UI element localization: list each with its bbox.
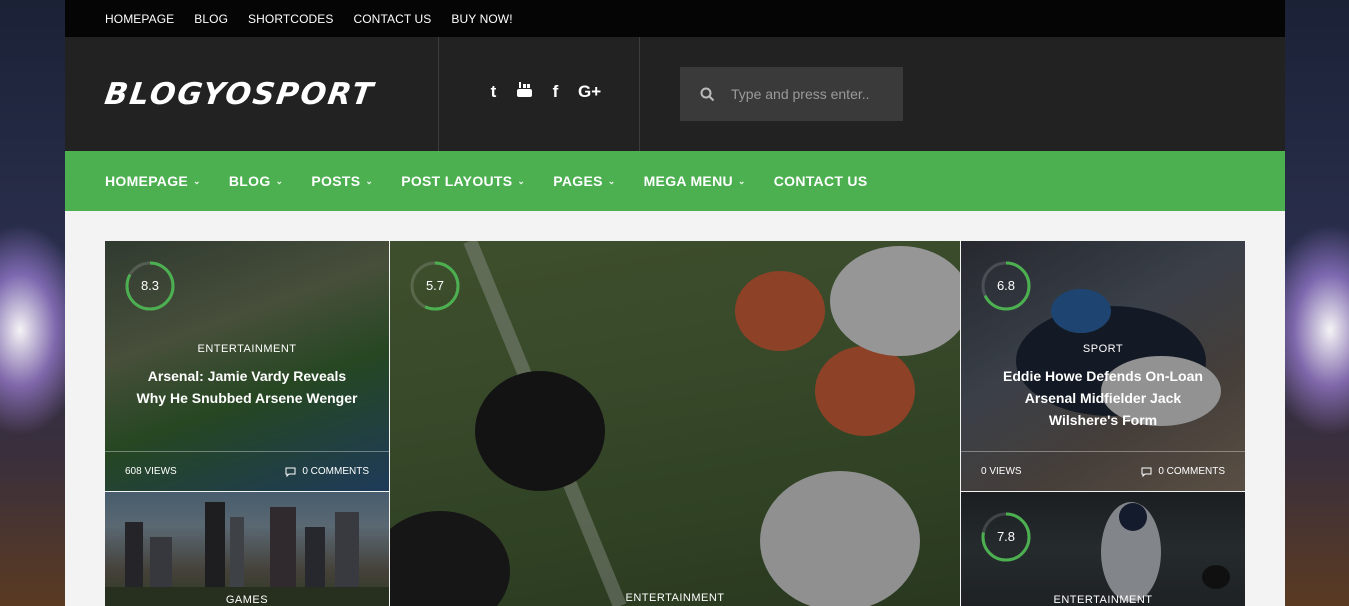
- chevron-down-icon: ⌄: [607, 175, 616, 186]
- nav-item-blog[interactable]: BLOG ⌄: [229, 173, 284, 189]
- tile-overlay: [390, 241, 960, 606]
- comment-icon: [1141, 467, 1152, 477]
- social-links: t f G+: [485, 81, 601, 103]
- chevron-down-icon: ⌄: [517, 175, 526, 186]
- post-title[interactable]: Arsenal: Jamie Vardy Reveals Why He Snub…: [135, 365, 359, 409]
- post-category[interactable]: ENTERTAINMENT: [105, 343, 389, 355]
- main-menu: HOMEPAGE ⌄ BLOG ⌄ POSTS ⌄ POST LAYOUTS ⌄ PAG…: [65, 151, 1285, 211]
- nav-item-posts[interactable]: POSTS ⌄: [311, 173, 373, 189]
- comment-icon: [285, 467, 296, 477]
- nav-item-label: POST LAYOUTS: [401, 173, 513, 189]
- post-tile-4[interactable]: GAMES: [105, 492, 389, 606]
- search-input[interactable]: [729, 85, 893, 103]
- review-score-value: 6.8: [996, 278, 1016, 293]
- header-divider: [639, 37, 640, 151]
- post-tile-2[interactable]: 5.7 ENTERTAINMENT: [390, 241, 960, 606]
- search-icon[interactable]: [700, 87, 715, 102]
- post-tile-1[interactable]: 8.3 ENTERTAINMENT Arsenal: Jamie Vardy R…: [105, 241, 389, 491]
- post-comments[interactable]: 0 COMMENTS: [285, 466, 369, 477]
- google-plus-icon[interactable]: G+: [578, 82, 601, 102]
- post-category[interactable]: SPORT: [961, 343, 1245, 355]
- nav-item-post-layouts[interactable]: POST LAYOUTS ⌄: [401, 173, 525, 189]
- post-tile-5[interactable]: 7.8 ENTERTAINMENT: [961, 492, 1245, 606]
- featured-area: 8.3 ENTERTAINMENT Arsenal: Jamie Vardy R…: [65, 211, 1285, 606]
- site-header: BLOGYOSPORT t f G+: [65, 37, 1285, 151]
- main-navigation: HOMEPAGE ⌄ BLOG ⌄ POSTS ⌄ POST LAYOUTS ⌄ PAG…: [65, 151, 1285, 211]
- top-bar: HOMEPAGE BLOG SHORTCODES CONTACT US BUY …: [65, 0, 1285, 37]
- post-meta: 608 VIEWS 0 COMMENTS: [105, 451, 389, 491]
- top-menu-blog[interactable]: BLOG: [194, 12, 228, 26]
- review-score: 7.8: [981, 512, 1031, 562]
- nav-item-mega-menu[interactable]: MEGA MENU ⌄: [644, 173, 746, 189]
- search-box: [680, 67, 903, 121]
- review-score-value: 8.3: [140, 278, 160, 293]
- post-views: 608 VIEWS: [125, 466, 177, 477]
- review-score: 5.7: [410, 261, 460, 311]
- review-score-value: 5.7: [425, 278, 445, 293]
- tile-overlay: [105, 492, 389, 606]
- post-category[interactable]: ENTERTAINMENT: [390, 592, 960, 604]
- post-views: 0 VIEWS: [981, 466, 1022, 477]
- chevron-down-icon: ⌄: [275, 175, 284, 186]
- chevron-down-icon: ⌄: [365, 175, 374, 186]
- top-menu-homepage[interactable]: HOMEPAGE: [105, 12, 174, 26]
- nav-item-label: PAGES: [553, 173, 603, 189]
- post-category[interactable]: ENTERTAINMENT: [961, 594, 1245, 606]
- top-menu: HOMEPAGE BLOG SHORTCODES CONTACT US BUY …: [65, 0, 1285, 37]
- chevron-down-icon: ⌄: [193, 175, 201, 186]
- nav-item-label: MEGA MENU: [643, 173, 733, 189]
- facebook-icon[interactable]: f: [547, 82, 564, 102]
- youtube-icon[interactable]: [516, 81, 533, 103]
- nav-item-label: POSTS: [311, 173, 361, 189]
- youtube-icon-shape: [517, 82, 532, 97]
- post-tile-3[interactable]: 6.8 SPORT Eddie Howe Defends On-Loan Ars…: [961, 241, 1245, 491]
- top-menu-buy-now[interactable]: BUY NOW!: [451, 12, 512, 26]
- page-wrapper: HOMEPAGE BLOG SHORTCODES CONTACT US BUY …: [65, 0, 1285, 606]
- top-menu-contact-us[interactable]: CONTACT US: [353, 12, 431, 26]
- review-score: 8.3: [125, 261, 175, 311]
- post-meta: 0 VIEWS 0 COMMENTS: [961, 451, 1245, 491]
- chevron-down-icon: ⌄: [737, 175, 746, 186]
- nav-item-pages[interactable]: PAGES ⌄: [553, 173, 615, 189]
- nav-item-label: CONTACT US: [773, 173, 868, 189]
- post-comments[interactable]: 0 COMMENTS: [1141, 466, 1225, 477]
- header-divider: [438, 37, 439, 151]
- top-menu-shortcodes[interactable]: SHORTCODES: [248, 12, 333, 26]
- nav-item-label: BLOG: [228, 173, 271, 189]
- nav-item-homepage[interactable]: HOMEPAGE ⌄: [105, 173, 201, 189]
- nav-item-contact-us[interactable]: CONTACT US: [774, 173, 868, 189]
- twitter-icon[interactable]: t: [485, 82, 502, 102]
- review-score-value: 7.8: [996, 529, 1016, 544]
- post-category[interactable]: GAMES: [105, 594, 389, 606]
- site-logo[interactable]: BLOGYOSPORT: [103, 77, 377, 112]
- post-comments-count: 0 COMMENTS: [1158, 466, 1225, 477]
- review-score: 6.8: [981, 261, 1031, 311]
- post-comments-count: 0 COMMENTS: [302, 466, 369, 477]
- post-title[interactable]: Eddie Howe Defends On-Loan Arsenal Midfi…: [991, 365, 1215, 431]
- nav-item-label: HOMEPAGE: [105, 173, 189, 189]
